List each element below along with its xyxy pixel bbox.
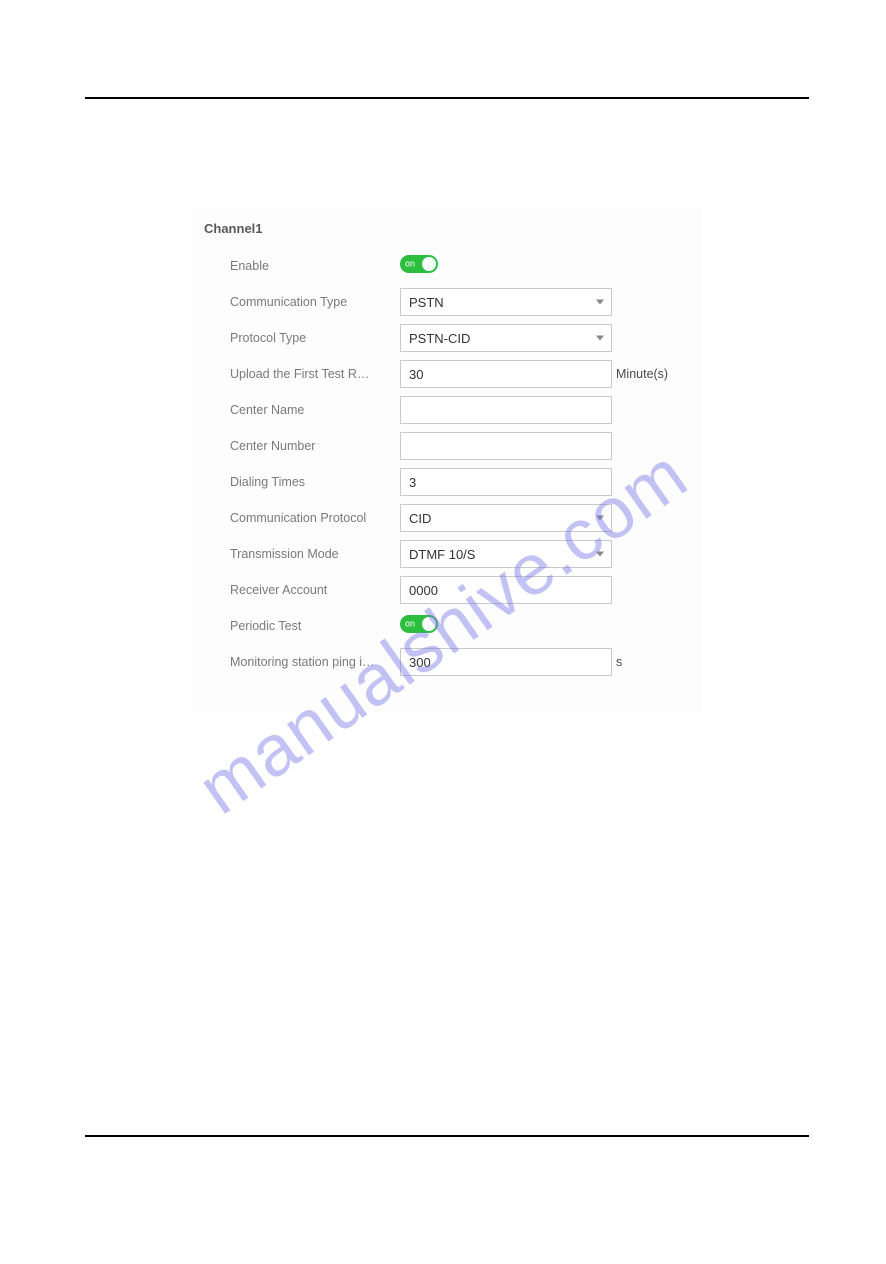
control-transmission-mode <box>400 540 612 568</box>
control-center-number <box>400 432 612 460</box>
row-communication-protocol: Communication Protocol <box>204 504 686 532</box>
select-communication-protocol[interactable] <box>400 504 612 532</box>
label-communication-protocol: Communication Protocol <box>204 511 400 525</box>
page-rule-top <box>85 97 809 99</box>
select-transmission-mode[interactable] <box>400 540 612 568</box>
control-upload-first-test <box>400 360 612 388</box>
label-center-name: Center Name <box>204 403 400 417</box>
row-upload-first-test: Upload the First Test R… Minute(s) <box>204 360 686 388</box>
input-center-name[interactable] <box>400 396 612 424</box>
control-communication-type <box>400 288 612 316</box>
control-communication-protocol <box>400 504 612 532</box>
control-periodic-test: on <box>400 615 612 638</box>
control-dialing-times <box>400 468 612 496</box>
toggle-enable-text: on <box>405 259 415 268</box>
row-periodic-test: Periodic Test on <box>204 612 686 640</box>
label-communication-type: Communication Type <box>204 295 400 309</box>
input-upload-first-test[interactable] <box>400 360 612 388</box>
row-dialing-times: Dialing Times <box>204 468 686 496</box>
row-center-name: Center Name <box>204 396 686 424</box>
row-communication-type: Communication Type <box>204 288 686 316</box>
toggle-periodic-knob <box>422 617 436 631</box>
row-monitoring-station-ping: Monitoring station ping i… s <box>204 648 686 676</box>
label-protocol-type: Protocol Type <box>204 331 400 345</box>
control-receiver-account <box>400 576 612 604</box>
unit-monitoring-station-ping: s <box>616 655 622 669</box>
control-center-name <box>400 396 612 424</box>
control-protocol-type <box>400 324 612 352</box>
input-receiver-account[interactable] <box>400 576 612 604</box>
row-protocol-type: Protocol Type <box>204 324 686 352</box>
label-center-number: Center Number <box>204 439 400 453</box>
label-monitoring-station-ping: Monitoring station ping i… <box>204 655 400 669</box>
page-rule-bottom <box>85 1135 809 1137</box>
select-communication-type[interactable] <box>400 288 612 316</box>
toggle-periodic-test[interactable]: on <box>400 615 438 633</box>
toggle-enable[interactable]: on <box>400 255 438 273</box>
input-monitoring-station-ping[interactable] <box>400 648 612 676</box>
label-dialing-times: Dialing Times <box>204 475 400 489</box>
toggle-periodic-text: on <box>405 619 415 628</box>
row-center-number: Center Number <box>204 432 686 460</box>
label-periodic-test: Periodic Test <box>204 619 400 633</box>
row-receiver-account: Receiver Account <box>204 576 686 604</box>
row-enable: Enable on <box>204 252 686 280</box>
control-enable: on <box>400 255 612 278</box>
input-center-number[interactable] <box>400 432 612 460</box>
label-transmission-mode: Transmission Mode <box>204 547 400 561</box>
toggle-enable-knob <box>422 257 436 271</box>
row-transmission-mode: Transmission Mode <box>204 540 686 568</box>
unit-upload-first-test: Minute(s) <box>616 367 668 381</box>
label-receiver-account: Receiver Account <box>204 583 400 597</box>
label-upload-first-test: Upload the First Test R… <box>204 367 400 381</box>
control-monitoring-station-ping <box>400 648 612 676</box>
select-protocol-type[interactable] <box>400 324 612 352</box>
panel-title: Channel1 <box>204 221 686 236</box>
label-enable: Enable <box>204 259 400 273</box>
channel1-panel: Channel1 Enable on Communication Type Pr… <box>190 207 702 714</box>
input-dialing-times[interactable] <box>400 468 612 496</box>
